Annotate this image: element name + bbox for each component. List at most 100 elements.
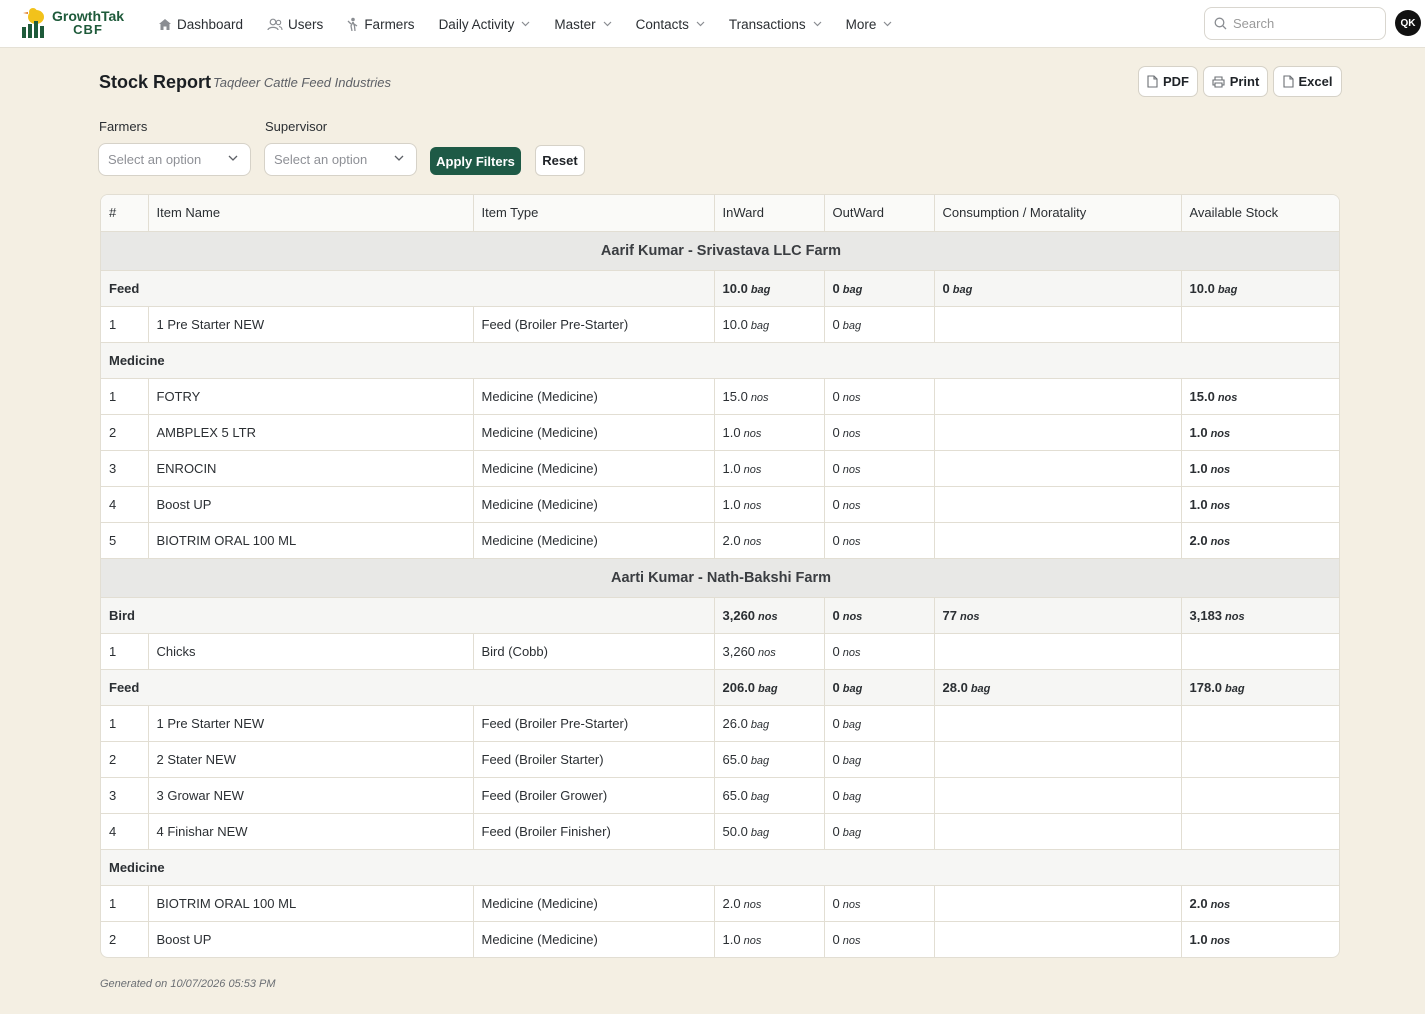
logo-subtext: CBF <box>73 22 103 37</box>
category-label: Feed <box>101 669 715 706</box>
outward-cell: 0 bag <box>824 813 935 850</box>
unit: nos <box>842 463 861 476</box>
item-type: Feed (Broiler Grower) <box>473 777 715 814</box>
reset-button[interactable]: Reset <box>535 145 585 176</box>
unit: nos <box>758 646 776 659</box>
table-row[interactable]: 1 FOTRY Medicine (Medicine) 15.0 nos 0 nos… <box>101 378 1339 415</box>
consumption-cell <box>934 522 1182 559</box>
value: 10.0 <box>722 280 748 296</box>
document-icon <box>1147 75 1158 88</box>
inward-cell: 15.0 nos <box>714 378 825 415</box>
unit: nos <box>1210 898 1231 911</box>
table-row[interactable]: 1 Chicks Bird (Cobb) 3,260 nos 0 nos <box>101 633 1339 670</box>
value: 0 <box>832 823 840 839</box>
pdf-button[interactable]: PDF <box>1138 66 1198 97</box>
search-input[interactable] <box>1233 16 1373 31</box>
outward-cell: 0 nos <box>824 414 935 451</box>
table-row[interactable]: 2 2 Stater NEW Feed (Broiler Starter) 65… <box>101 741 1339 778</box>
value: 1.0 <box>1189 460 1208 476</box>
outward-cell: 0 bag <box>824 705 935 742</box>
table-row[interactable]: 4 4 Finishar NEW Feed (Broiler Finisher)… <box>101 813 1339 850</box>
outward-cell <box>824 957 934 958</box>
value: 1.0 <box>1189 496 1208 512</box>
app-logo[interactable]: GrowthTak CBF <box>20 7 124 39</box>
available-cell <box>1181 777 1339 814</box>
consumption-cell <box>934 813 1182 850</box>
category-available-total: 178.0 bag <box>1181 669 1339 706</box>
row-index: 2 <box>101 921 149 957</box>
table-row[interactable]: 1 1 Pre Starter NEW Feed (Broiler Pre-St… <box>101 306 1339 343</box>
chevron-down-icon <box>228 155 238 161</box>
table-row[interactable]: 2 Boost UP Medicine (Medicine) 1.0 nos 0n… <box>101 921 1339 957</box>
nav-farmers[interactable]: Farmers <box>347 17 415 32</box>
row-index: 2 <box>101 414 149 451</box>
top-navbar: GrowthTak CBF Dashboard Users Farmers Da… <box>0 0 1425 48</box>
category-row: Feed 10.0 bag 0 bag 0 bag 10.0 bag <box>101 270 1339 307</box>
value: 10.0 <box>722 316 748 332</box>
farm-group-header: Aarif Kumar - Srivastava LLC Farm <box>101 231 1339 271</box>
supervisor-select[interactable]: Select an option <box>264 143 417 176</box>
value: 2.0 <box>722 895 741 911</box>
search-box[interactable] <box>1204 7 1386 40</box>
consumption-cell <box>934 741 1182 778</box>
outward-cell: 0 nos <box>824 522 935 559</box>
nav-more[interactable]: More <box>846 17 893 32</box>
unit: bag <box>842 319 862 332</box>
table-row[interactable]: 1 BIOTRIM ORAL 100 ML Medicine (Medicine… <box>101 885 1339 922</box>
table-row[interactable] <box>101 957 1340 958</box>
nav-dashboard[interactable]: Dashboard <box>158 17 243 32</box>
row-index: 5 <box>101 522 149 559</box>
row-index: 1 <box>101 306 149 343</box>
value: 0 <box>942 280 950 296</box>
consumption-cell <box>934 486 1182 523</box>
chevron-down-icon <box>813 21 822 27</box>
value: 1.0 <box>1189 424 1208 440</box>
chevron-down-icon <box>696 21 705 27</box>
row-index: 4 <box>101 486 149 523</box>
nav-users[interactable]: Users <box>267 17 323 32</box>
row-index: 1 <box>101 705 149 742</box>
inward-cell: 65.0 bag <box>714 741 825 778</box>
category-row: Bird 3,260 nos 0 nos 77 nos 3,183 nos <box>101 597 1339 634</box>
unit: bag <box>750 754 770 767</box>
value: 206.0 <box>722 679 756 695</box>
unit: bag <box>750 790 770 803</box>
stock-table-container[interactable]: # Item Name Item Type InWard OutWard Con… <box>100 194 1340 958</box>
nav-contacts[interactable]: Contacts <box>636 17 705 32</box>
table-row[interactable]: 1 1 Pre Starter NEW Feed (Broiler Pre-St… <box>101 705 1339 742</box>
apply-filters-button[interactable]: Apply Filters <box>430 147 521 175</box>
unit: nos <box>959 610 980 623</box>
row-index: 3 <box>101 777 149 814</box>
value: 0 <box>832 496 840 512</box>
table-row[interactable]: 5 BIOTRIM ORAL 100 ML Medicine (Medicine… <box>101 522 1339 559</box>
table-row[interactable]: 4 Boost UP Medicine (Medicine) 1.0 nos 0n… <box>101 486 1339 523</box>
unit: nos <box>743 535 762 548</box>
farm-name: Aarti Kumar - Nath-Bakshi Farm <box>101 558 1339 598</box>
table-row[interactable]: 3 3 Growar NEW Feed (Broiler Grower) 65.… <box>101 777 1339 814</box>
supervisor-select-value: Select an option <box>274 152 368 167</box>
inward-cell: 1.0 nos <box>714 486 825 523</box>
row-index: 1 <box>101 633 149 670</box>
table-row[interactable]: 2 AMBPLEX 5 LTR Medicine (Medicine) 1.0 n… <box>101 414 1339 451</box>
table-row[interactable]: 3 ENROCIN Medicine (Medicine) 1.0 nos 0 no… <box>101 450 1339 487</box>
print-button[interactable]: Print <box>1203 66 1268 97</box>
inward-cell: 1.0 nos <box>714 450 825 487</box>
farmers-select[interactable]: Select an option <box>98 143 251 176</box>
user-avatar[interactable]: QK <box>1395 10 1421 36</box>
value: 0 <box>832 787 840 803</box>
available-cell: 1.0 nos <box>1181 414 1339 451</box>
available-cell <box>1181 705 1339 742</box>
unit: nos <box>743 934 762 947</box>
inward-cell: 1.0 nos <box>714 921 825 957</box>
item-type <box>473 957 714 958</box>
available-cell <box>1181 741 1339 778</box>
value: 0 <box>832 643 840 659</box>
excel-button[interactable]: Excel <box>1273 66 1342 97</box>
nav-daily-activity[interactable]: Daily Activity <box>439 17 531 32</box>
item-name: Boost UP <box>148 486 474 523</box>
unit: bag <box>750 718 770 731</box>
value: 0 <box>832 280 840 296</box>
nav-master[interactable]: Master <box>554 17 612 32</box>
pdf-button-label: PDF <box>1163 74 1189 89</box>
nav-transactions[interactable]: Transactions <box>729 17 822 32</box>
